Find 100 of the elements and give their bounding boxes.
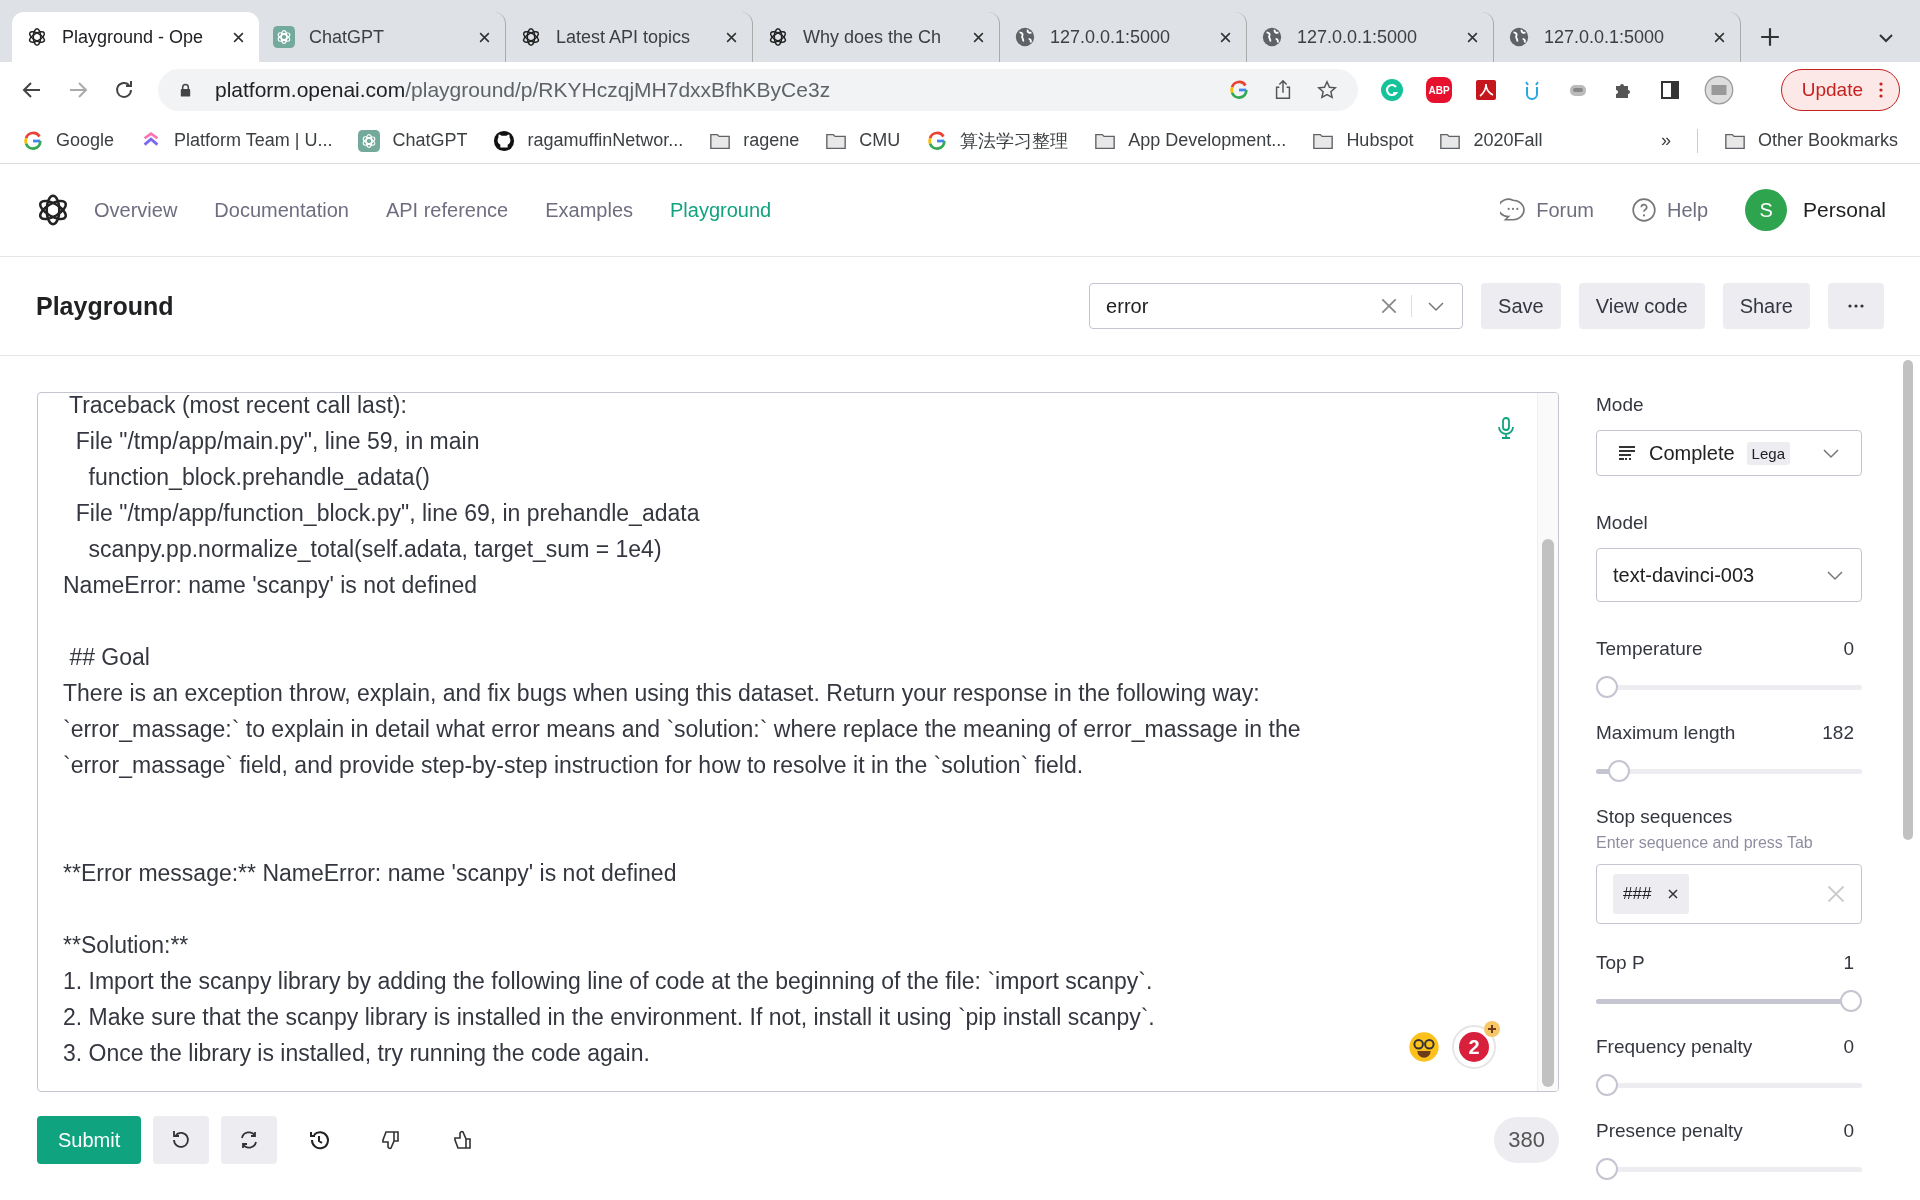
- slider[interactable]: [1596, 1158, 1862, 1180]
- help-icon: [1630, 197, 1657, 223]
- header-button[interactable]: Share: [1722, 283, 1810, 329]
- slider-thumb[interactable]: [1840, 990, 1862, 1012]
- browser-tab[interactable]: 127.0.0.1:5000: [1247, 12, 1494, 62]
- close-icon[interactable]: [725, 30, 738, 44]
- close-icon[interactable]: [478, 30, 491, 44]
- nav-link[interactable]: Overview: [94, 198, 178, 222]
- google-logo-icon: [1228, 79, 1250, 101]
- help-link[interactable]: Help: [1666, 198, 1709, 222]
- more-bookmarks-button[interactable]: »: [1660, 130, 1671, 151]
- setting-label: Mode: [1596, 394, 1645, 416]
- plus-icon: [1484, 1021, 1500, 1037]
- bookmark[interactable]: Other Bookmarks: [1723, 129, 1898, 152]
- bookmark[interactable]: Platform Team | U...: [140, 129, 333, 152]
- url-text: platform.openai.com/playground/p/RKYHczqjMH7dxxBfhKByCe3z: [215, 78, 831, 102]
- stop-sequence-field[interactable]: ###: [1596, 864, 1862, 924]
- browser-tab[interactable]: ChatGPT: [259, 12, 506, 62]
- token-count: 380: [1494, 1117, 1559, 1163]
- header-button[interactable]: Save: [1481, 283, 1561, 329]
- regenerate-button[interactable]: [221, 1116, 278, 1164]
- nav-link[interactable]: API reference: [385, 198, 509, 222]
- setting-label: Frequency penalty: [1596, 1036, 1753, 1058]
- openai-logo-icon: [520, 26, 542, 48]
- browser-tab[interactable]: Playground - Ope: [12, 12, 259, 62]
- bookmark[interactable]: 算法学习整理: [926, 128, 1069, 153]
- close-icon[interactable]: [1466, 30, 1479, 44]
- editor-line: 2. Make sure that the scanpy library is installed in the environment. If not, install it using `pip install scanpy`.: [63, 1003, 1155, 1032]
- bookmark[interactable]: Hubspot: [1312, 129, 1414, 152]
- remove-icon[interactable]: [1667, 888, 1680, 900]
- scrollbar[interactable]: [1537, 393, 1558, 1091]
- page-title: Playground: [36, 291, 174, 321]
- slider-thumb[interactable]: [1596, 1074, 1618, 1096]
- model-select[interactable]: text-davinci-003: [1596, 548, 1862, 602]
- pdf-extension-icon[interactable]: [1474, 78, 1498, 102]
- editor-line: NameError: name 'scanpy' is not defined: [63, 571, 478, 600]
- globe-icon: [1261, 26, 1283, 48]
- star-icon[interactable]: [1316, 79, 1338, 101]
- slider-thumb[interactable]: [1608, 760, 1631, 782]
- setting-label: Model: [1596, 512, 1649, 534]
- new-tab-icon[interactable]: [1759, 26, 1781, 48]
- mode-select[interactable]: Complete Lega: [1596, 430, 1862, 476]
- profile-avatar-icon[interactable]: [1704, 75, 1734, 105]
- close-icon[interactable]: [1713, 30, 1726, 44]
- clear-icon[interactable]: [1381, 298, 1398, 314]
- setting-value: 0: [1843, 1036, 1854, 1058]
- account-name[interactable]: Personal: [1803, 198, 1886, 222]
- setting-value: 1: [1843, 952, 1854, 974]
- browser-tab[interactable]: Why does the Ch: [753, 12, 1000, 62]
- prompt-editor[interactable]: [37, 392, 1559, 1092]
- bookmark[interactable]: 2020Fall: [1439, 129, 1543, 152]
- slider-thumb[interactable]: [1596, 1158, 1618, 1180]
- address-bar[interactable]: platform.openai.com/playground/p/RKYHczqjMH7dxxBfhKByCe3z: [158, 69, 1358, 111]
- bookmark[interactable]: ragene: [709, 129, 800, 152]
- slider[interactable]: [1596, 760, 1862, 782]
- ad-block-icon[interactable]: ABP: [1426, 77, 1452, 103]
- bookmark[interactable]: ChatGPT: [358, 129, 468, 152]
- openai-logo-icon: [26, 26, 48, 48]
- nav-link[interactable]: Documentation: [214, 198, 349, 222]
- google-logo-icon: [926, 129, 949, 152]
- forum-link[interactable]: Forum: [1536, 198, 1594, 222]
- setting-label: Stop sequences: [1596, 806, 1734, 828]
- slider-thumb[interactable]: [1596, 676, 1618, 698]
- header-button[interactable]: View code: [1578, 283, 1705, 329]
- slider[interactable]: [1596, 1074, 1862, 1096]
- editor-line: There is an exception throw, explain, and fix bugs when using this dataset. Return your response in the following way:: [63, 679, 1260, 708]
- setting-label: Top P: [1596, 952, 1645, 974]
- lines-icon: [1617, 443, 1637, 463]
- browser-tab[interactable]: 127.0.0.1:5000: [1000, 12, 1247, 62]
- openai-logo-icon: [767, 26, 789, 48]
- globe-icon: [1014, 26, 1036, 48]
- editor-line: `error_massage:` to explain in detail what error means and `solution:` where replace the meaning of error_massage in the: [63, 715, 1301, 744]
- close-icon[interactable]: [232, 30, 245, 44]
- bookmark[interactable]: CMU: [825, 129, 901, 152]
- cat-logo-icon: [493, 129, 516, 152]
- close-icon[interactable]: [1219, 30, 1232, 44]
- close-icon[interactable]: [972, 30, 985, 44]
- update-button[interactable]: Update: [1780, 69, 1900, 111]
- setting-label: Temperature: [1596, 638, 1703, 660]
- preset-select[interactable]: error: [1089, 283, 1464, 329]
- editor-line: File "/tmp/app/main.py", line 59, in main: [74, 427, 480, 456]
- side-panel-icon[interactable]: [1658, 78, 1682, 102]
- bookmark[interactable]: Google: [22, 129, 115, 152]
- more-vertical-icon: [1879, 82, 1883, 98]
- slider[interactable]: [1596, 676, 1862, 698]
- browser-tab[interactable]: Latest API topics: [506, 12, 753, 62]
- setting-label: Presence penalty: [1596, 1120, 1743, 1142]
- undo-button[interactable]: [153, 1116, 210, 1164]
- history-icon: [307, 1128, 332, 1152]
- editor-line: `error_massage` field, and provide step-by-step instruction for how to resolve it in the `solution` field.: [63, 751, 1084, 780]
- bookmark[interactable]: App Development...: [1094, 129, 1287, 152]
- nav-link[interactable]: Examples: [545, 198, 633, 222]
- editor-line: Traceback (most recent call last):: [67, 393, 407, 420]
- slider[interactable]: [1596, 990, 1862, 1012]
- nerd-emoji-icon: [1408, 1031, 1440, 1063]
- bookmark[interactable]: ragamuffinNetwor...: [493, 129, 684, 152]
- browser-tab[interactable]: 127.0.0.1:5000: [1494, 12, 1741, 62]
- editor-line: 3. Once the library is installed, try running the code again.: [63, 1039, 650, 1068]
- editor-line: scanpy.pp.normalize_total(self.adata, target_sum = 1e4): [87, 535, 662, 564]
- editor-line: function_block.prehandle_adata(): [87, 463, 430, 492]
